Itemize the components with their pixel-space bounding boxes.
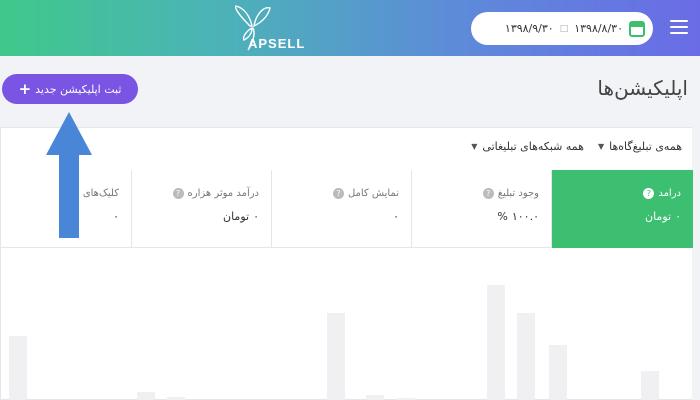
- chart-bar: [137, 392, 155, 400]
- brand-name: APSELL: [248, 36, 306, 51]
- metric-label: درامد: [658, 188, 681, 199]
- metric-value: ۰: [253, 210, 259, 223]
- chart-bar: [549, 345, 567, 400]
- metric-unit: %: [497, 210, 508, 223]
- new-app-button-label: ثبت اپلیکیشن جدید: [35, 82, 122, 96]
- metric-value: ۰: [675, 210, 681, 223]
- plus-icon: +: [18, 79, 32, 98]
- new-app-button[interactable]: + ثبت اپلیکیشن جدید: [2, 74, 138, 104]
- date-separator: □: [559, 23, 569, 34]
- metric-value: ۰: [393, 210, 399, 223]
- metric-unit: تومان: [223, 210, 250, 223]
- metric-ad-availability[interactable]: ? وجود تبلیغ % ۱۰۰.۰: [411, 170, 551, 248]
- caret-down-icon: ▼: [597, 142, 605, 151]
- chart-bar: [9, 336, 27, 400]
- chart-area: [1, 248, 693, 400]
- help-icon[interactable]: ?: [643, 188, 655, 199]
- date-range-picker[interactable]: ۱۳۹۸/۹/۳۰ □ ۱۳۹۸/۸/۳۰: [471, 12, 653, 45]
- help-icon[interactable]: ?: [482, 188, 494, 199]
- chart-bar: [327, 313, 345, 400]
- network-filter[interactable]: همه شبکه‌های تبلیغاتی ▼: [471, 140, 584, 153]
- chart-bar: [517, 313, 535, 400]
- metric-label: وجود تبلیغ: [497, 188, 539, 199]
- metric-revenue[interactable]: ? درامد تومان ۰: [551, 170, 693, 248]
- help-icon[interactable]: ?: [172, 188, 184, 199]
- metric-value: ۱۰۰.۰: [511, 210, 539, 223]
- metric-ecpm[interactable]: ? درآمد موثر هزاره تومان ۰: [131, 170, 271, 248]
- chart-bar: [487, 285, 505, 400]
- page-title: اپلیکیشن‌ها: [597, 76, 688, 100]
- stats-card: همه‌ی تبلیغ‌گاه‌ها ▼ همه شبکه‌های تبلیغا…: [0, 127, 693, 400]
- metric-label: نمایش کامل: [347, 188, 399, 199]
- caret-down-icon: ▼: [471, 142, 478, 151]
- calendar-icon[interactable]: [629, 20, 645, 37]
- metric-unit: تومان: [645, 210, 672, 223]
- help-icon[interactable]: ?: [332, 188, 344, 199]
- metric-label: درآمد موثر هزاره: [187, 188, 259, 199]
- placement-filter-label: همه‌ی تبلیغ‌گاه‌ها: [609, 140, 682, 153]
- chart-bar: [641, 371, 659, 400]
- arrow-up-icon: [46, 112, 92, 238]
- filter-bar: همه‌ی تبلیغ‌گاه‌ها ▼ همه شبکه‌های تبلیغا…: [471, 140, 682, 153]
- top-bar: ۱۳۹۸/۹/۳۰ □ ۱۳۹۸/۸/۳۰ APSELL: [0, 0, 700, 56]
- placement-filter[interactable]: همه‌ی تبلیغ‌گاه‌ها ▼: [598, 140, 682, 153]
- date-from: ۱۳۹۸/۸/۳۰: [574, 22, 623, 35]
- metric-full-impressions[interactable]: ? نمایش کامل ۰: [271, 170, 411, 248]
- hamburger-icon[interactable]: [670, 20, 688, 34]
- date-to: ۱۳۹۸/۹/۳۰: [504, 22, 554, 35]
- metric-value: ۰: [113, 210, 119, 223]
- chart-bar: [366, 395, 384, 400]
- metrics-row: ? درامد تومان ۰ ? وجود تبلیغ % ۱۰۰.۰ ? نمایش …: [1, 170, 693, 248]
- network-filter-label: همه شبکه‌های تبلیغاتی: [482, 140, 584, 153]
